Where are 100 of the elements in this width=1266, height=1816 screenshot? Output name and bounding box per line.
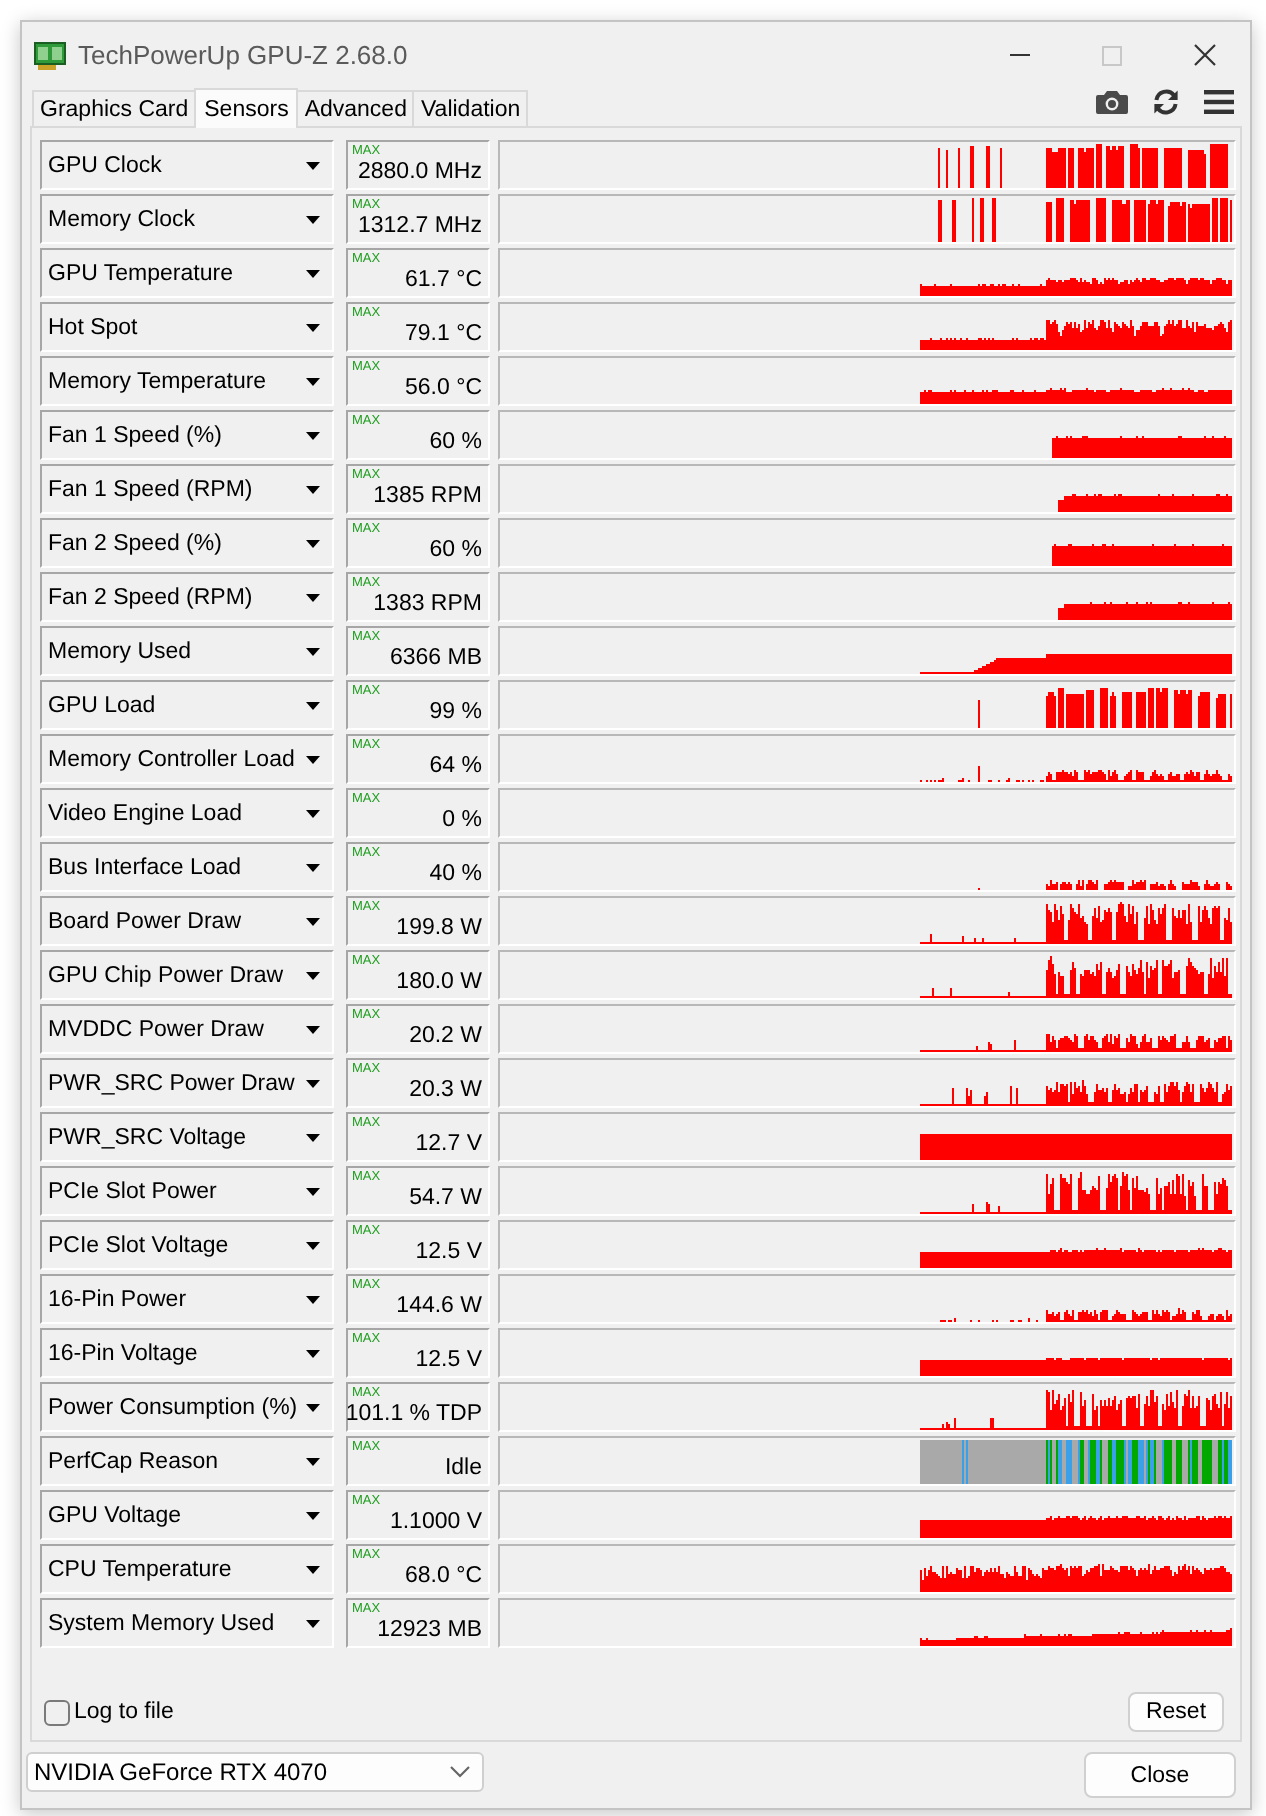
sensor-select[interactable]: PWR_SRC Voltage [40, 1112, 334, 1162]
caret-icon [306, 377, 320, 385]
caret-icon [306, 701, 320, 709]
caret-icon [306, 1241, 320, 1249]
sensor-value: 20.2 W [409, 1022, 482, 1050]
sensor-value: 64 % [429, 752, 482, 780]
sensor-select[interactable]: CPU Temperature [40, 1544, 334, 1594]
sensor-value: 60 % [429, 536, 482, 564]
sensor-value: 60 % [429, 428, 482, 456]
sensor-select[interactable]: Video Engine Load [40, 788, 334, 838]
caret-icon [306, 485, 320, 493]
sensor-select[interactable]: Board Power Draw [40, 896, 334, 946]
menu-icon[interactable] [1204, 90, 1234, 114]
sensor-select[interactable]: System Memory Used [40, 1598, 334, 1648]
sensor-value: 1383 RPM [373, 590, 482, 618]
sensor-value: 0 % [442, 806, 482, 834]
sensor-value: 61.7 °C [405, 266, 482, 294]
sensor-value: 1385 RPM [373, 482, 482, 510]
sensor-value: 99 % [429, 698, 482, 726]
sensor-select[interactable]: GPU Temperature [40, 248, 334, 298]
sensor-select[interactable]: Hot Spot [40, 302, 334, 352]
sensor-select[interactable]: GPU Chip Power Draw [40, 950, 334, 1000]
sensor-select[interactable]: GPU Load [40, 680, 334, 730]
sensor-value: 1312.7 MHz [357, 212, 482, 240]
caret-icon [306, 539, 320, 547]
reset-button[interactable]: Reset [1128, 1692, 1224, 1732]
sensor-select[interactable]: PWR_SRC Power Draw [40, 1058, 334, 1108]
sensor-value: 12.7 V [415, 1130, 482, 1158]
tab[interactable]: Validation [412, 90, 529, 126]
sensor-select[interactable]: Bus Interface Load [40, 842, 334, 892]
caret-icon [306, 593, 320, 601]
sensor-value: 12.5 V [415, 1238, 482, 1266]
caret-icon [306, 755, 320, 763]
close-button[interactable]: Close [1084, 1752, 1236, 1798]
camera-icon[interactable] [1096, 90, 1128, 114]
sensor-select[interactable]: PCIe Slot Voltage [40, 1220, 334, 1270]
sensor-select[interactable]: PerfCap Reason [40, 1436, 334, 1486]
maximize-icon [1102, 45, 1122, 65]
sensor-select[interactable]: 16-Pin Power [40, 1274, 334, 1324]
sensor-value: 6366 MB [389, 644, 482, 672]
tab[interactable]: Sensors [194, 88, 299, 128]
sensor-select[interactable]: Power Consumption (%) [40, 1382, 334, 1432]
gpu-select[interactable]: NVIDIA GeForce RTX 4070 [26, 1752, 484, 1792]
sensor-select[interactable]: Memory Clock [40, 194, 334, 244]
caret-icon [306, 1619, 320, 1627]
caret-icon [306, 917, 320, 925]
sensor-value: 56.0 °C [405, 374, 482, 402]
sensor-value: 101.1 % TDP [345, 1400, 482, 1428]
sensor-select[interactable]: GPU Clock [40, 140, 334, 190]
caret-icon [306, 1295, 320, 1303]
sensor-select[interactable]: 16-Pin Voltage [40, 1328, 334, 1378]
sensor-select[interactable]: MVDDC Power Draw [40, 1004, 334, 1054]
checkbox[interactable] [44, 1699, 70, 1725]
sensor-select[interactable]: Fan 1 Speed (%) [40, 410, 334, 460]
caret-icon [306, 863, 320, 871]
sensor-value: 20.3 W [409, 1076, 482, 1104]
sensor-value: 54.7 W [409, 1184, 482, 1212]
sensor-value: 180.0 W [396, 968, 482, 996]
sensor-select[interactable]: Memory Used [40, 626, 334, 676]
window-title: TechPowerUp GPU-Z 2.68.0 [78, 40, 408, 70]
checkbox-label[interactable]: Log to file [74, 1700, 174, 1724]
sensor-select[interactable]: Memory Temperature [40, 356, 334, 406]
chevron-icon [450, 1766, 470, 1778]
sensor-select[interactable]: Fan 2 Speed (RPM) [40, 572, 334, 622]
sensor-value: 144.6 W [396, 1292, 482, 1320]
sensor-value: 199.8 W [396, 914, 482, 942]
sensor-select[interactable]: GPU Voltage [40, 1490, 334, 1540]
close-icon [1193, 44, 1215, 66]
sensor-select[interactable]: Fan 2 Speed (%) [40, 518, 334, 568]
caret-icon [306, 1457, 320, 1465]
sensor-value: 12923 MB [377, 1616, 482, 1644]
sensor-value: 1.1000 V [389, 1508, 482, 1536]
sensor-value: 79.1 °C [405, 320, 482, 348]
caret-icon [306, 161, 320, 169]
caret-icon [306, 269, 320, 277]
sensor-select[interactable]: Fan 1 Speed (RPM) [40, 464, 334, 514]
sensor-value: 12.5 V [415, 1346, 482, 1374]
sensor-select[interactable]: Memory Controller Load [40, 734, 334, 784]
sensor-value: 2880.0 MHz [357, 158, 482, 186]
caret-icon [306, 323, 320, 331]
caret-icon [306, 1133, 320, 1141]
caret-icon [306, 809, 320, 817]
graphics-card-icon [34, 41, 66, 69]
caret-icon [306, 1565, 320, 1573]
sensor-value: 40 % [429, 860, 482, 888]
caret-icon [306, 1403, 320, 1411]
sensor-value: 68.0 °C [405, 1562, 482, 1590]
sensor-value: Idle [444, 1454, 482, 1482]
caret-icon [306, 1079, 320, 1087]
caret-icon [306, 1187, 320, 1195]
sensor-select[interactable]: PCIe Slot Power [40, 1166, 334, 1216]
caret-icon [306, 215, 320, 223]
caret-icon [306, 1025, 320, 1033]
tab[interactable]: Graphics Card [32, 90, 197, 126]
minimize-icon [1010, 54, 1030, 56]
refresh-icon[interactable] [1152, 88, 1180, 116]
caret-icon [306, 1349, 320, 1357]
caret-icon [306, 647, 320, 655]
caret-icon [306, 1511, 320, 1519]
caret-icon [306, 431, 320, 439]
